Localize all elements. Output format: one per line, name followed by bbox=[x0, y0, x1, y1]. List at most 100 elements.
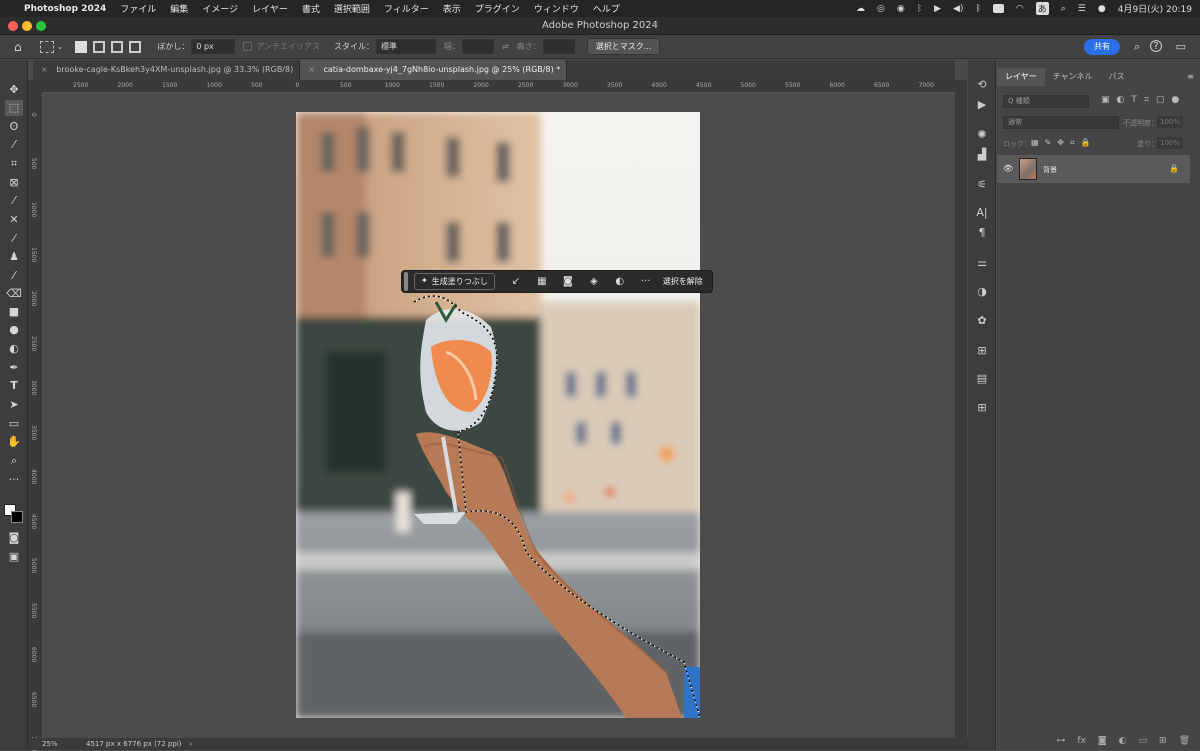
opacity-input[interactable]: 100% bbox=[1157, 116, 1184, 128]
control-center-icon[interactable]: ☰ bbox=[1078, 4, 1086, 14]
menu-edit[interactable]: 編集 bbox=[170, 2, 188, 15]
screen-mode-icon[interactable]: ▣ bbox=[5, 549, 23, 565]
menu-select[interactable]: 選択範囲 bbox=[334, 2, 370, 15]
blend-mode-select[interactable]: 通常 bbox=[1003, 116, 1119, 129]
more-options-button[interactable]: ··· bbox=[633, 276, 659, 287]
brightness-icon[interactable]: ✺ bbox=[974, 128, 990, 142]
menu-plugins[interactable]: プラグイン bbox=[475, 2, 520, 15]
paragraph-icon[interactable]: ¶ bbox=[974, 226, 990, 240]
fill-input[interactable]: 100% bbox=[1157, 137, 1184, 149]
swatches-icon[interactable]: ✿ bbox=[974, 314, 990, 328]
history-icon[interactable]: ⟲ bbox=[974, 78, 990, 92]
gradients-icon[interactable]: ▤ bbox=[974, 372, 990, 386]
subtract-selection-icon[interactable] bbox=[111, 40, 124, 53]
fill-selection-icon[interactable]: ◈ bbox=[581, 276, 607, 287]
help-icon[interactable]: ? bbox=[1150, 40, 1162, 52]
rectangular-marquee-tool-icon[interactable]: ⬚ bbox=[5, 100, 23, 116]
height-input[interactable] bbox=[542, 39, 575, 54]
wifi-icon[interactable]: ◠ bbox=[1016, 4, 1024, 14]
zoom-level[interactable]: 25% bbox=[42, 740, 78, 748]
select-and-mask-button[interactable]: 選択とマスク... bbox=[586, 38, 661, 55]
adjustments-icon[interactable]: ⚌ bbox=[974, 256, 990, 270]
layer-filter-icons[interactable]: ▣◐T⌗▢● bbox=[1101, 95, 1186, 105]
close-icon[interactable]: × bbox=[308, 65, 315, 74]
delete-layer-icon[interactable]: 🗑 bbox=[1179, 736, 1190, 746]
volume-icon[interactable]: ◀) bbox=[953, 4, 963, 14]
battery-icon[interactable] bbox=[992, 4, 1004, 13]
tab-channels[interactable]: チャンネル bbox=[1045, 68, 1101, 86]
deselect-button[interactable]: 選択を解除 bbox=[663, 276, 703, 287]
zoom-tool-icon[interactable]: ⌕ bbox=[5, 453, 23, 469]
clone-stamp-tool-icon[interactable]: ♟ bbox=[5, 249, 23, 265]
zoom-window-button[interactable] bbox=[36, 21, 46, 31]
menu-bar-clock[interactable]: 4月9日(火) 20:19 bbox=[1118, 2, 1192, 15]
layer-row-background[interactable]: 👁 背景 🔒 bbox=[997, 155, 1190, 183]
pen-tool-icon[interactable]: ✒ bbox=[5, 360, 23, 376]
background-color-swatch[interactable] bbox=[11, 511, 23, 523]
workspace-icon[interactable]: ▭ bbox=[1176, 40, 1186, 53]
tab-paths[interactable]: パス bbox=[1101, 68, 1133, 86]
visibility-eye-icon[interactable]: 👁 bbox=[1003, 164, 1013, 173]
adjustment-layer-icon[interactable]: ◐ bbox=[607, 276, 633, 287]
modify-selection-icon[interactable]: ↙ bbox=[503, 276, 529, 287]
invert-selection-icon[interactable]: ▦ bbox=[529, 276, 555, 287]
search-icon[interactable]: ⌕ bbox=[1134, 40, 1140, 54]
swap-icon[interactable]: ⇄ bbox=[502, 42, 509, 51]
minimize-window-button[interactable] bbox=[22, 21, 32, 31]
marquee-preset-icon[interactable] bbox=[39, 40, 54, 53]
more-tools-icon[interactable]: ··· bbox=[5, 472, 23, 488]
eraser-tool-icon[interactable]: ⌫ bbox=[5, 286, 23, 302]
bluetooth-icon[interactable]: ᛒ bbox=[975, 4, 980, 14]
chevron-down-icon[interactable]: ⌄ bbox=[57, 42, 64, 51]
rectangle-tool-icon[interactable]: ▭ bbox=[5, 416, 23, 432]
link-layers-icon[interactable]: ⊶ bbox=[1056, 736, 1065, 746]
layer-name[interactable]: 背景 bbox=[1043, 165, 1057, 175]
tab-layers[interactable]: レイヤー bbox=[997, 68, 1045, 86]
dodge-tool-icon[interactable]: ◐ bbox=[5, 341, 23, 357]
generative-fill-button[interactable]: ✦ 生成塗りつぶし bbox=[414, 273, 495, 290]
history-brush-tool-icon[interactable]: ⁄ bbox=[5, 268, 23, 284]
patterns-icon[interactable]: ⊞ bbox=[974, 401, 990, 415]
path-selection-tool-icon[interactable]: ➤ bbox=[5, 397, 23, 413]
menu-help[interactable]: ヘルプ bbox=[593, 2, 620, 15]
siri-icon[interactable]: ● bbox=[1098, 4, 1106, 14]
document-image[interactable] bbox=[296, 112, 700, 718]
input-method-indicator[interactable]: あ bbox=[1035, 2, 1049, 15]
hand-tool-icon[interactable]: ✋ bbox=[5, 434, 23, 450]
actions-icon[interactable]: ▶ bbox=[974, 98, 990, 112]
style-select[interactable]: 標準 bbox=[376, 39, 437, 54]
chatgpt-icon[interactable]: ◉ bbox=[897, 4, 905, 14]
tab-brooke-cagle[interactable]: × brooke-cagle-KsBkeh3y4XM-unsplash.jpg … bbox=[33, 60, 301, 80]
menu-view[interactable]: 表示 bbox=[443, 2, 461, 15]
menu-layer[interactable]: レイヤー bbox=[252, 2, 288, 15]
properties-icon[interactable]: ⚟ bbox=[974, 178, 990, 192]
width-input[interactable] bbox=[462, 39, 495, 54]
new-adjustment-icon[interactable]: ◐ bbox=[1119, 736, 1127, 746]
color-icon[interactable]: ◑ bbox=[974, 285, 990, 299]
close-icon[interactable]: × bbox=[41, 65, 48, 74]
share-button[interactable]: 共有 bbox=[1084, 39, 1120, 55]
type-tool-icon[interactable]: T bbox=[5, 378, 23, 394]
add-mask-icon[interactable]: ◙ bbox=[1098, 736, 1107, 746]
lasso-tool-icon[interactable]: ʘ bbox=[5, 119, 23, 135]
menu-type[interactable]: 書式 bbox=[302, 2, 320, 15]
drag-handle[interactable] bbox=[404, 272, 408, 291]
healing-brush-tool-icon[interactable]: ✕ bbox=[5, 212, 23, 228]
menu-filter[interactable]: フィルター bbox=[384, 2, 429, 15]
cloud-icon[interactable]: ☁ bbox=[856, 4, 865, 14]
quick-mask-icon[interactable]: ◙ bbox=[5, 530, 23, 546]
chevron-right-icon[interactable]: › bbox=[190, 740, 193, 748]
crop-tool-icon[interactable]: ⌗ bbox=[5, 156, 23, 172]
eyedropper-tool-icon[interactable]: ⁄ bbox=[5, 193, 23, 209]
home-icon[interactable]: ⌂ bbox=[14, 40, 22, 54]
character-icon[interactable]: A| bbox=[974, 206, 990, 220]
antialias-checkbox[interactable] bbox=[243, 42, 253, 51]
mask-icon[interactable]: ◙ bbox=[555, 276, 581, 287]
close-window-button[interactable] bbox=[8, 21, 18, 31]
menu-image[interactable]: イメージ bbox=[202, 2, 238, 15]
menu-app-name[interactable]: Photoshop 2024 bbox=[24, 4, 106, 14]
play-icon[interactable]: ▶ bbox=[934, 4, 941, 14]
creative-cloud-icon[interactable]: ◎ bbox=[877, 4, 885, 14]
menu-window[interactable]: ウィンドウ bbox=[534, 2, 579, 15]
layer-filter-select[interactable]: Q 種類 bbox=[1003, 95, 1089, 108]
